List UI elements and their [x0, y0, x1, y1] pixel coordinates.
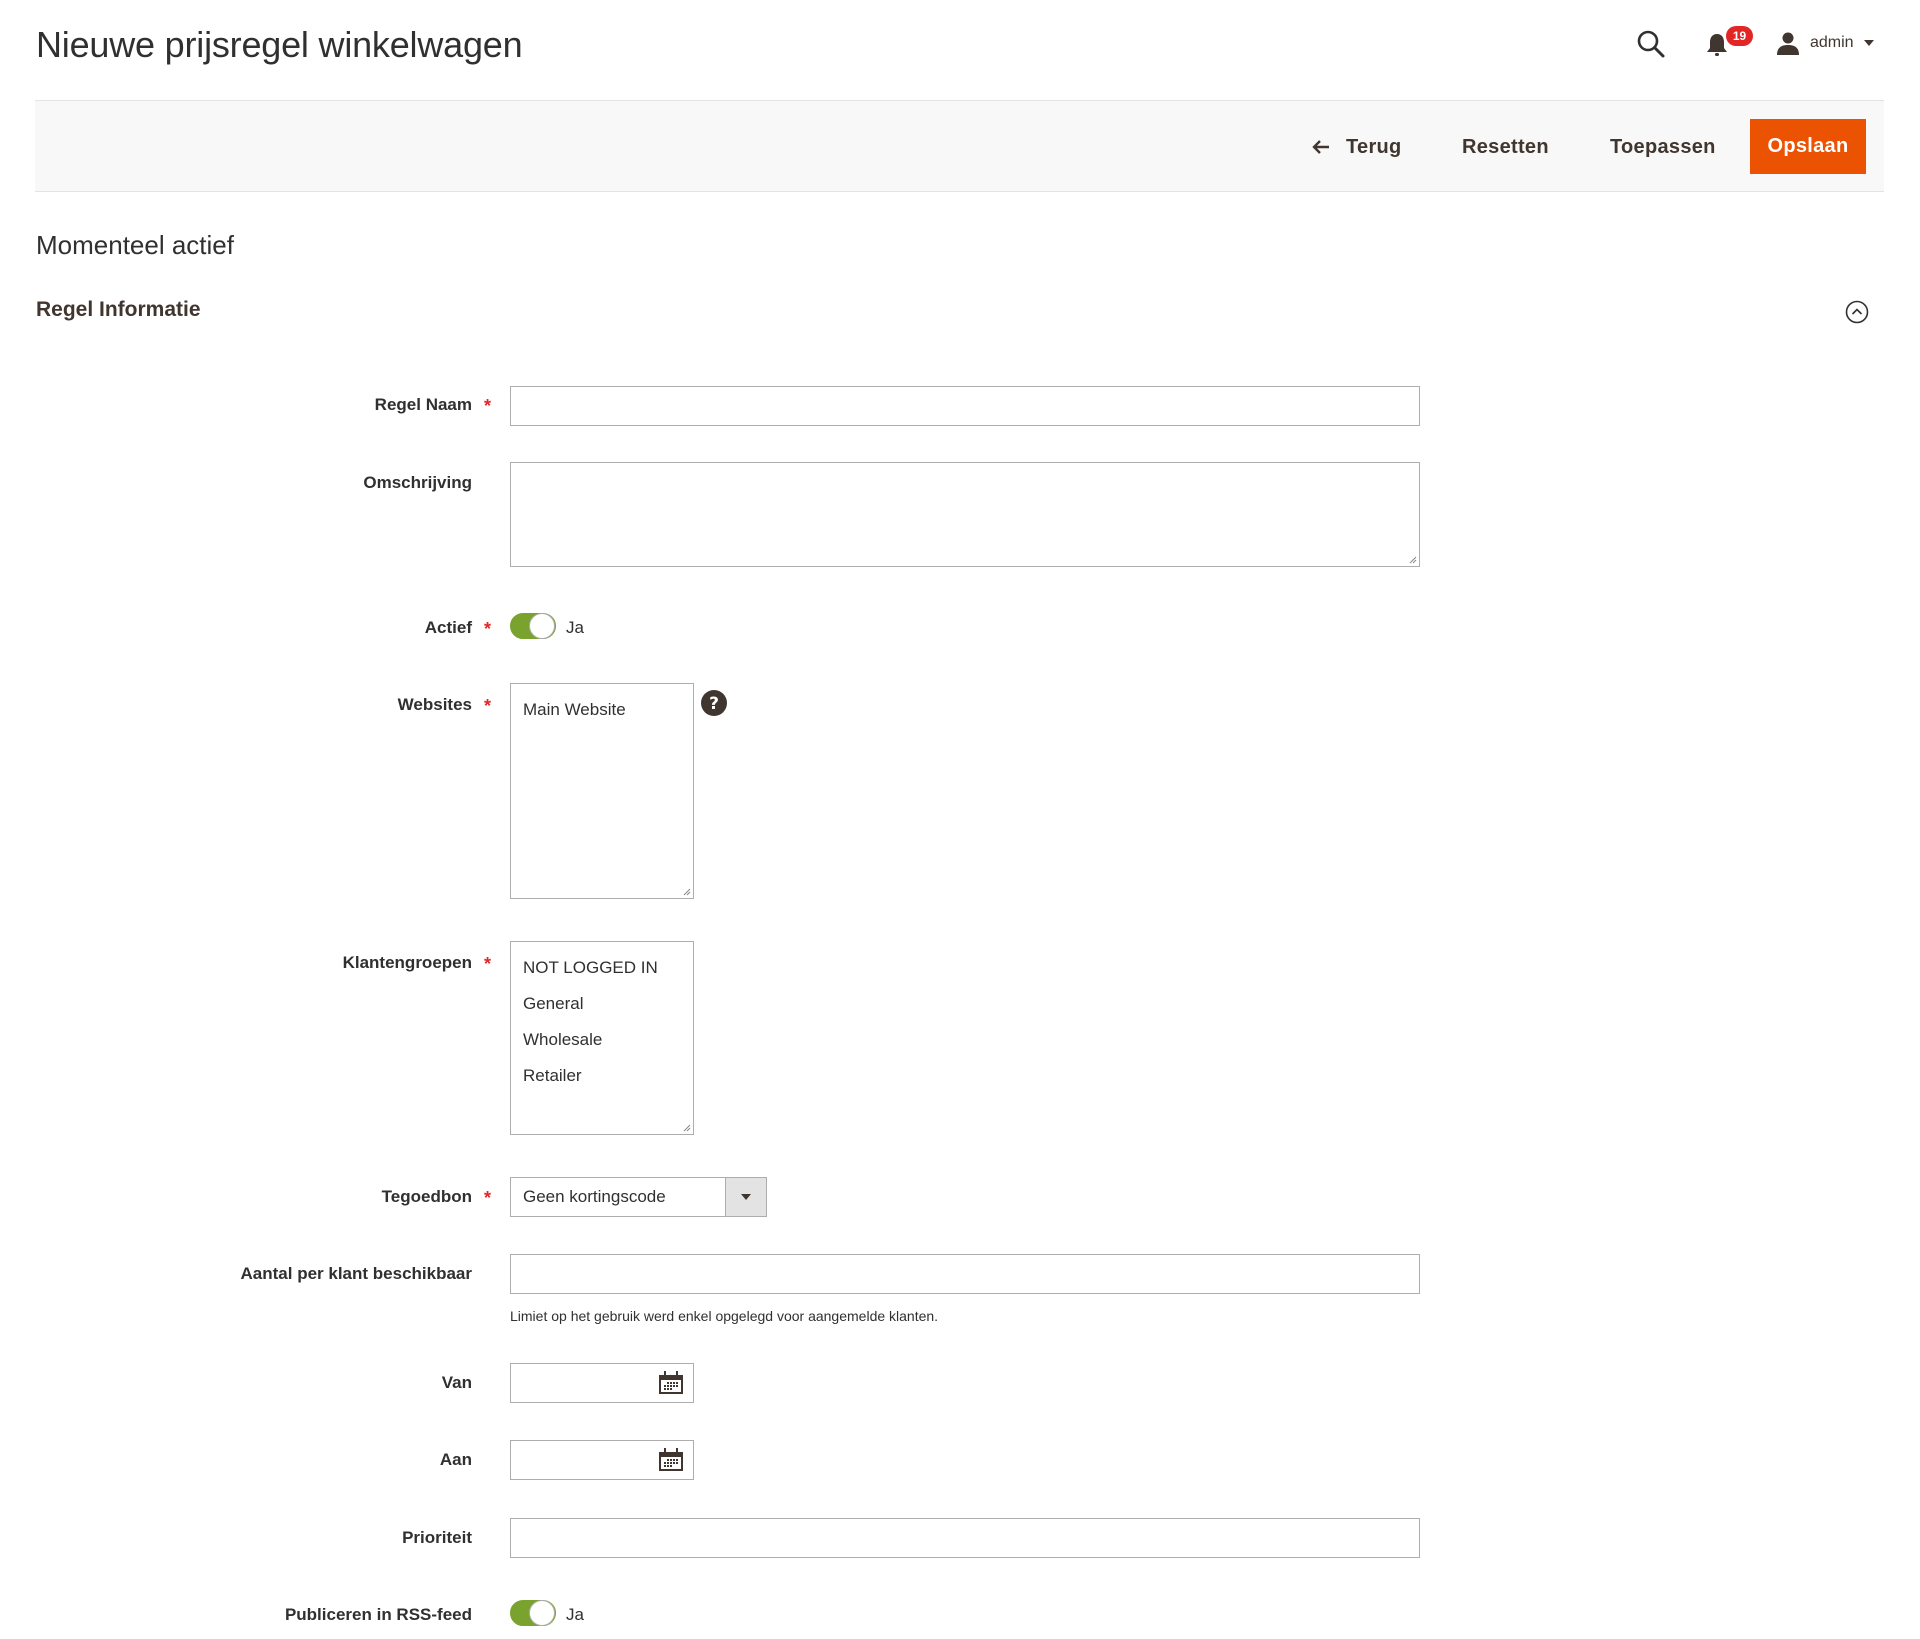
- coupon-select-value: Geen kortingscode: [523, 1187, 666, 1206]
- notification-count-badge: 19: [1726, 26, 1753, 46]
- chevron-up-circle-icon[interactable]: [1845, 300, 1869, 324]
- websites-option[interactable]: Main Website: [511, 692, 693, 728]
- customer-groups-label: Klantengroepen: [342, 953, 472, 972]
- rule-name-label: Regel Naam: [374, 395, 472, 414]
- rule-name-input[interactable]: [510, 386, 1420, 426]
- svg-text:?: ?: [709, 694, 719, 714]
- uses-per-customer-note: Limiet op het gebruik werd enkel opgeleg…: [510, 1308, 939, 1324]
- from-date-input[interactable]: [510, 1363, 694, 1403]
- notifications-button[interactable]: 19: [1706, 26, 1756, 60]
- required-marker: *: [484, 619, 492, 639]
- customer-group-option[interactable]: Wholesale: [511, 1022, 693, 1058]
- to-date-label: Aan: [439, 1450, 472, 1469]
- required-marker: *: [484, 396, 492, 416]
- customer-group-option[interactable]: Retailer: [511, 1058, 693, 1094]
- calendar-icon[interactable]: [658, 1371, 684, 1395]
- arrow-left-icon: [1312, 140, 1329, 154]
- save-and-continue-button[interactable]: Toepassen: [1610, 119, 1716, 175]
- required-marker: *: [484, 1188, 492, 1208]
- priority-label: Prioriteit: [402, 1528, 472, 1547]
- to-date-input[interactable]: [510, 1440, 694, 1480]
- section-title[interactable]: Regel Informatie: [36, 298, 201, 322]
- required-marker: *: [484, 954, 492, 974]
- customer-groups-multiselect[interactable]: NOT LOGGED IN General Wholesale Retailer: [510, 941, 694, 1135]
- resize-handle-icon[interactable]: [683, 888, 691, 896]
- toggle-knob: [529, 1600, 555, 1626]
- coupon-select[interactable]: Geen kortingscode: [510, 1177, 767, 1217]
- uses-per-customer-input[interactable]: [510, 1254, 1420, 1294]
- websites-multiselect[interactable]: Main Website: [510, 683, 694, 899]
- user-menu[interactable]: admin: [1776, 28, 1874, 58]
- websites-label: Websites: [397, 695, 472, 714]
- back-button[interactable]: Terug: [1312, 119, 1402, 175]
- save-button[interactable]: Opslaan: [1750, 119, 1866, 174]
- search-icon[interactable]: [1636, 29, 1666, 59]
- uses-per-customer-label: Aantal per klant beschikbaar: [240, 1264, 472, 1283]
- required-marker: *: [484, 696, 492, 716]
- bell-icon: [1707, 34, 1727, 56]
- help-icon[interactable]: ?: [701, 690, 727, 716]
- calendar-icon[interactable]: [658, 1448, 684, 1472]
- active-toggle-label: Ja: [566, 618, 584, 637]
- caret-down-icon: [1863, 40, 1874, 46]
- status-text: Momenteel actief: [36, 230, 234, 260]
- rss-toggle[interactable]: [510, 1600, 556, 1626]
- page-actions-toolbar: Terug Resetten Toepassen Opslaan: [35, 100, 1884, 192]
- rss-label: Publiceren in RSS-feed: [284, 1605, 472, 1624]
- active-toggle[interactable]: [510, 613, 556, 639]
- active-label: Actief: [424, 618, 472, 637]
- toggle-knob: [529, 613, 555, 639]
- user-icon: [1777, 32, 1799, 55]
- caret-down-icon: [741, 1194, 751, 1200]
- user-name: admin: [1810, 34, 1854, 51]
- reset-button[interactable]: Resetten: [1462, 119, 1549, 175]
- priority-input[interactable]: [510, 1518, 1420, 1558]
- description-textarea[interactable]: [510, 462, 1420, 567]
- from-date-label: Van: [441, 1373, 472, 1392]
- customer-group-option[interactable]: General: [511, 986, 693, 1022]
- back-button-label: Terug: [1346, 135, 1402, 158]
- rss-toggle-label: Ja: [566, 1605, 584, 1624]
- page-title: Nieuwe prijsregel winkelwagen: [36, 24, 523, 65]
- coupon-label: Tegoedbon: [381, 1187, 472, 1206]
- dropdown-toggle[interactable]: [725, 1178, 766, 1216]
- resize-handle-icon[interactable]: [683, 1124, 691, 1132]
- description-label: Omschrijving: [363, 473, 472, 492]
- resize-handle-icon[interactable]: [1409, 556, 1417, 564]
- customer-group-option[interactable]: NOT LOGGED IN: [511, 950, 693, 986]
